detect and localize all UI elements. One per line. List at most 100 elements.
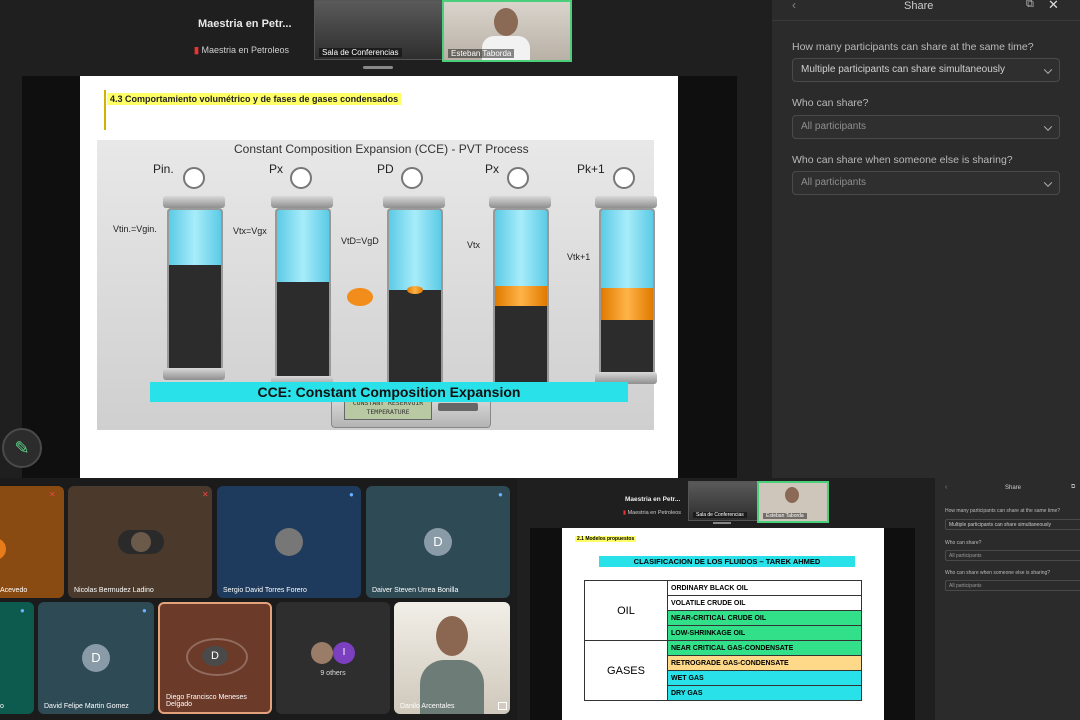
mini-slide: 2.1 Modelos propuestos CLASIFICACION DE … xyxy=(562,528,884,720)
cylinder-4 xyxy=(493,208,549,388)
back-chevron-icon[interactable]: ‹ xyxy=(792,0,796,12)
participant-name: Sergio David Torres Forero xyxy=(223,587,307,594)
gauge-icon xyxy=(613,167,635,189)
avatar: D xyxy=(202,646,228,666)
mini-q1: How many participants can share at the s… xyxy=(945,508,1061,514)
popout-icon[interactable]: ⧉ xyxy=(1071,484,1075,491)
participant-tile[interactable]: D ● David Felipe Martin Gomez xyxy=(38,602,154,714)
participant-tile-active-speaker[interactable]: D Diego Francisco Meneses Delgado xyxy=(158,602,272,714)
share-count-select[interactable]: Multiple participants can share simultan… xyxy=(792,58,1060,82)
participant-tile[interactable]: ● Sergio David Torres Forero xyxy=(217,486,361,598)
mini-presenter-thumb[interactable]: Esteban Taborda xyxy=(757,481,829,523)
participant-tile[interactable]: Danilo Arcentales xyxy=(394,602,510,714)
gauge-icon xyxy=(290,167,312,189)
pencil-icon: ✎ xyxy=(14,438,30,458)
table-row: NEAR-CRITICAL CRUDE OIL xyxy=(667,610,862,626)
share-screen-icon xyxy=(498,702,507,710)
avatar: I xyxy=(333,642,355,664)
avatar: D xyxy=(424,528,452,556)
participant-name: Nicolas Bermudez Ladino xyxy=(74,587,154,594)
volume-label-4: Vtx xyxy=(467,240,481,250)
presenter-video-thumb[interactable]: Esteban Taborda xyxy=(442,0,572,62)
table-row: WET GAS xyxy=(667,670,862,686)
gauge-icon xyxy=(183,167,205,189)
who-can-share-value: All participants xyxy=(801,121,867,132)
share-while-sharing-select[interactable]: All participants xyxy=(792,171,1060,195)
mic-icon: ● xyxy=(20,606,25,615)
table-row: NEAR CRITICAL GAS-CONDENSATE xyxy=(667,640,862,656)
volume-label-1: Vtin.=Vgin. xyxy=(113,224,157,234)
droplet-icon xyxy=(347,288,373,306)
participant-tile[interactable]: D ● Daiver Steven Urrea Bonilla xyxy=(366,486,510,598)
mini-share-title: Share xyxy=(1005,485,1022,491)
share-question-3: Who can share when someone else is shari… xyxy=(792,154,1013,166)
back-chevron-icon[interactable]: ‹ xyxy=(945,484,947,491)
participant-name: Diego Francisco Meneses Delgado xyxy=(166,694,247,708)
avatar xyxy=(118,530,164,554)
gauge-icon xyxy=(401,167,423,189)
avatar xyxy=(0,538,6,560)
mini-meeting-subtitle: ▮ Maestria en Petroleos xyxy=(623,510,682,516)
mini-slide-title: CLASIFICACION DE LOS FLUIDOS – TAREK AHM… xyxy=(599,556,855,567)
slide-section-title: 4.3 Comportamiento volumétrico y de fase… xyxy=(107,93,402,105)
room-thumb-label: Sala de Conferencias xyxy=(319,48,402,57)
title-rule xyxy=(104,90,106,130)
divider xyxy=(772,20,1080,21)
participant-name: o xyxy=(0,703,4,710)
share-count-value: Multiple participants can share simultan… xyxy=(801,64,1005,75)
cylinder-cap xyxy=(595,196,657,208)
cce-banner: CCE: Constant Composition Expansion xyxy=(150,382,628,402)
avatar xyxy=(275,528,303,556)
cylinder-3 xyxy=(387,208,443,388)
cylinder-base xyxy=(163,368,225,380)
participant-gallery: ✕ Acevedo ✕ Nicolas Bermudez Ladino ● Se… xyxy=(0,478,517,720)
meeting-subtitle: ▮ Maestria en Petroleos xyxy=(194,45,290,55)
mini-q1-select[interactable]: Multiple participants can share simultan… xyxy=(945,519,1080,530)
volume-label-5: Vtk+1 xyxy=(567,252,591,262)
pressure-label-4: Px xyxy=(485,162,500,176)
mic-icon: ● xyxy=(498,490,503,499)
close-icon[interactable]: ✕ xyxy=(1048,0,1059,13)
participant-tile[interactable]: ● o xyxy=(0,602,34,714)
room-video-thumb[interactable]: Sala de Conferencias xyxy=(314,0,444,60)
pressure-label-3: PD xyxy=(377,162,394,176)
table-row: VOLATILE CRUDE OIL xyxy=(667,595,862,611)
mini-presenter-label: Esteban Taborda xyxy=(763,513,807,519)
presenter-head xyxy=(785,487,799,503)
mini-q3-select[interactable]: All participants xyxy=(945,580,1080,591)
participant-name: Acevedo xyxy=(0,587,28,594)
mic-muted-icon: ✕ xyxy=(49,490,56,499)
volume-label-3: VtD=VgD xyxy=(341,236,379,246)
participant-tile[interactable]: ✕ Nicolas Bermudez Ladino xyxy=(68,486,212,598)
fluid-classification-table: OIL ORDINARY BLACK OIL VOLATILE CRUDE OI… xyxy=(584,580,862,701)
meeting-title: Maestria en Petr... xyxy=(198,18,292,30)
who-can-share-select[interactable]: All participants xyxy=(792,115,1060,139)
drag-handle[interactable] xyxy=(713,522,731,524)
mini-q2-select[interactable]: All participants xyxy=(945,550,1080,561)
main-meeting-stage: Maestria en Petr... ▮ Maestria en Petrol… xyxy=(0,0,772,478)
mini-meeting-title: Maestria en Petr... xyxy=(625,496,681,503)
mini-share-panel: ‹ Share ⧉ How many participants can shar… xyxy=(935,478,1080,720)
mini-slide-section: 2.1 Modelos propuestos xyxy=(575,536,637,542)
cylinder-5 xyxy=(599,208,655,376)
cylinder-2 xyxy=(275,208,331,380)
mini-q2: Who can share? xyxy=(945,540,982,546)
table-row: RETROGRADE GAS-CONDENSATE xyxy=(667,655,862,671)
others-tile[interactable]: I 9 others xyxy=(276,602,390,714)
share-settings-panel: ‹ Share ⧉ ✕ How many participants can sh… xyxy=(772,0,1080,478)
avatar xyxy=(311,642,333,664)
participant-tile[interactable]: ✕ Acevedo xyxy=(0,486,64,598)
cylinder-cap xyxy=(383,196,445,208)
mic-icon: ● xyxy=(142,606,147,615)
diagram-title: Constant Composition Expansion (CCE) - P… xyxy=(234,142,529,156)
share-panel-title: Share xyxy=(904,0,934,12)
presenter-label: Esteban Taborda xyxy=(448,49,515,58)
popout-icon[interactable]: ⧉ xyxy=(1026,0,1034,11)
participant-name: David Felipe Martin Gomez xyxy=(44,703,129,710)
presenter-head xyxy=(494,8,518,36)
participant-name: Daiver Steven Urrea Bonilla xyxy=(372,587,459,594)
drag-handle[interactable] xyxy=(363,66,393,69)
pressure-label-5: Pk+1 xyxy=(577,162,605,176)
annotate-pen-button[interactable]: ✎ xyxy=(2,428,42,468)
mini-room-thumb[interactable]: Sala de Conferencias xyxy=(688,481,760,521)
